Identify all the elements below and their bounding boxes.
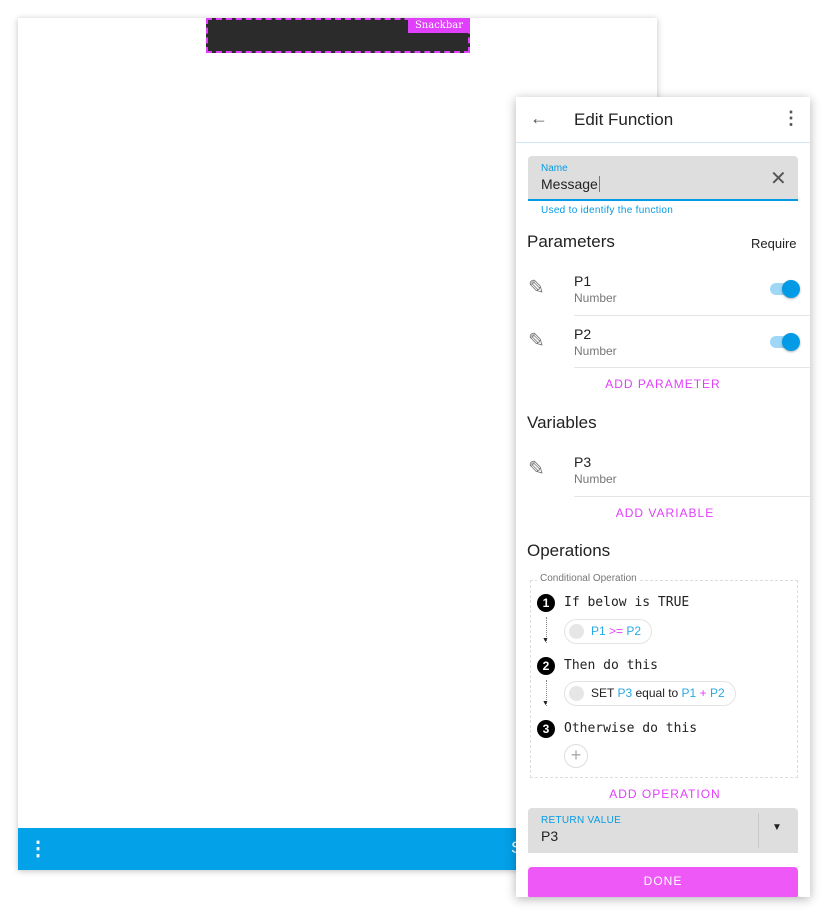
done-button[interactable]: DONE <box>528 867 798 897</box>
step-label: Otherwise do this <box>564 721 698 736</box>
step-number: 2 <box>537 657 555 675</box>
page-title: Edit Function <box>574 110 674 129</box>
name-label: Name <box>541 163 568 174</box>
edit-pencil-icon[interactable]: ✎ <box>528 328 545 353</box>
operation-icon <box>569 686 584 701</box>
step-label: If below is TRUE <box>564 595 690 610</box>
param-type: Number <box>574 344 617 358</box>
operations-heading: Operations <box>527 541 611 560</box>
divider <box>574 496 810 497</box>
equal-to-text: equal to <box>635 686 679 700</box>
snackbar[interactable]: Snackbar <box>206 18 470 53</box>
divider <box>574 367 810 368</box>
name-input[interactable]: Message <box>541 176 600 192</box>
more-vert-icon[interactable]: ⋮ <box>28 838 48 860</box>
divider <box>758 813 759 848</box>
conditional-operation-label: Conditional Operation <box>537 573 640 584</box>
return-value: P3 <box>541 828 559 844</box>
add-operation-plus-icon[interactable]: + <box>564 744 588 768</box>
edit-pencil-icon[interactable]: ✎ <box>528 275 545 300</box>
back-arrow-icon[interactable]: ← <box>530 108 548 129</box>
panel-header: ← Edit Function ⋮ <box>516 97 810 143</box>
set-keyword: SET <box>591 686 615 700</box>
clear-icon[interactable]: ✕ <box>770 166 787 191</box>
condition-chip[interactable]: P1 >= P2 <box>564 619 653 644</box>
arrow-down-icon: ▼ <box>542 700 549 707</box>
operand: P1 <box>681 686 697 700</box>
set-operation-chip[interactable]: SET P3 equal to P1 + P2 <box>564 681 736 706</box>
param-name: P1 <box>574 273 592 289</box>
arrow-down-icon: ▼ <box>542 637 549 644</box>
divider <box>574 315 810 316</box>
edit-function-panel: ← Edit Function ⋮ Name Message ✕ Used to… <box>516 97 810 897</box>
require-label: Require <box>751 236 797 251</box>
return-value-select[interactable]: RETURN VALUE P3 ▼ <box>528 808 798 853</box>
step-label: Then do this <box>564 658 658 673</box>
conditional-operation: Conditional Operation 1 If below is TRUE… <box>530 573 798 778</box>
operator: >= <box>609 624 624 638</box>
param-type: Number <box>574 291 617 305</box>
variable-name: P3 <box>574 454 592 470</box>
operand: P2 <box>626 624 642 638</box>
return-value-label: RETURN VALUE <box>541 815 622 826</box>
name-field[interactable]: Name Message ✕ <box>528 156 798 201</box>
step-number: 1 <box>537 594 555 612</box>
add-variable-button[interactable]: ADD VARIABLE <box>518 506 810 520</box>
operation-icon <box>569 624 584 639</box>
step-number: 3 <box>537 720 555 738</box>
snackbar-tag: Snackbar <box>407 18 470 33</box>
variable-type: Number <box>574 472 617 486</box>
more-vert-icon[interactable]: ⋮ <box>782 108 800 129</box>
operator: + <box>699 686 707 700</box>
parameters-heading: Parameters <box>527 232 615 251</box>
variables-heading: Variables <box>527 413 597 432</box>
add-operation-button[interactable]: ADD OPERATION <box>518 787 810 801</box>
dropdown-arrow-icon[interactable]: ▼ <box>772 822 782 833</box>
edit-pencil-icon[interactable]: ✎ <box>528 456 545 481</box>
add-parameter-button[interactable]: ADD PARAMETER <box>516 377 810 391</box>
require-toggle[interactable] <box>770 333 800 351</box>
require-toggle[interactable] <box>770 280 800 298</box>
operand: P1 <box>591 624 606 638</box>
name-helper: Used to identify the function <box>541 205 674 216</box>
param-name: P2 <box>574 326 592 342</box>
operand: P2 <box>709 686 725 700</box>
operand: P3 <box>617 686 633 700</box>
